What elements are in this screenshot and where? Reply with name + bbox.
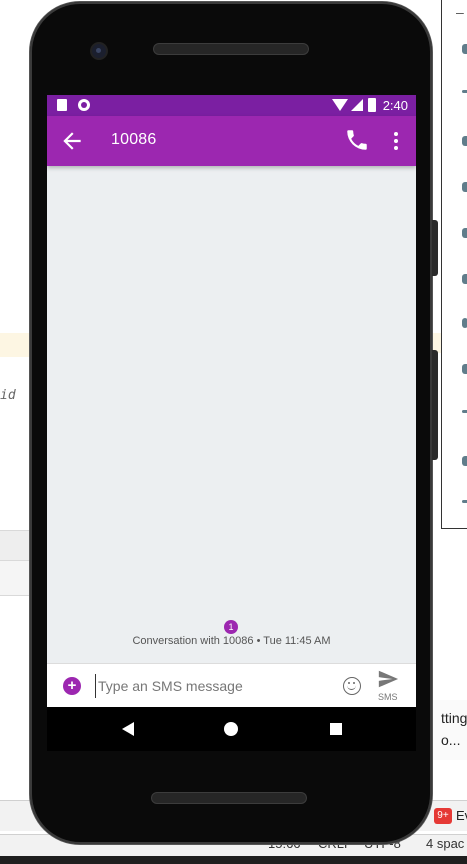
arrow-back-icon [63,132,81,150]
emoji-icon[interactable] [343,677,361,695]
sync-icon [78,99,90,111]
nav-recents-icon[interactable] [330,723,342,735]
unread-count-badge: 1 [224,620,238,634]
notification-line-2: o... [441,732,461,748]
sms-message-input[interactable] [95,674,328,698]
more-vert-icon [394,132,398,136]
tool-icon[interactable] [462,500,467,503]
tool-icon[interactable] [462,136,467,146]
editor-code-fragment: id [0,388,16,403]
tool-icon[interactable] [462,228,467,238]
tool-icon[interactable] [462,456,467,466]
tool-icon[interactable] [462,90,467,93]
notification-line-1: tting [441,710,467,726]
compose-bar: + SMS [47,663,416,707]
tool-icon[interactable] [462,182,467,192]
battery-icon [368,98,376,112]
panel-minimize-icon[interactable]: – [456,4,464,20]
os-taskbar [0,856,467,864]
sd-card-icon [57,99,67,111]
tool-icon[interactable] [462,410,467,413]
nav-home-icon[interactable] [224,722,238,736]
tool-icon[interactable] [462,364,467,374]
conversation-title: 10086 [111,131,157,148]
more-options-button[interactable] [386,128,406,154]
ide-tool-panel: – [441,0,467,529]
status-time: 2:40 [382,98,408,113]
nav-back-icon[interactable] [122,722,134,736]
phone-icon [347,130,367,150]
ide-balloon-notification[interactable]: tting o... [432,700,467,760]
app-toolbar: 10086 [47,116,416,166]
event-log-badge[interactable]: 9+ [434,808,452,824]
power-button[interactable] [432,350,438,460]
tool-icon[interactable] [462,44,467,54]
tool-icon[interactable] [462,274,467,284]
android-navigation-bar [47,707,416,751]
call-button[interactable] [344,127,370,153]
front-camera-icon [92,44,106,58]
add-attachment-button[interactable]: + [63,677,81,695]
phone-screen: 2:40 10086 1 Conversation with 10086 • T… [47,95,416,707]
conversation-info: Conversation with 10086 • Tue 11:45 AM [132,635,331,647]
status-indent[interactable]: 4 spac [426,836,464,851]
back-button[interactable] [59,128,85,154]
event-log-label[interactable]: Ev [456,808,467,823]
send-icon [378,670,399,688]
earpiece-speaker [154,44,308,54]
volume-button[interactable] [432,220,438,276]
cell-signal-icon [351,99,363,111]
send-mode-label: SMS [378,692,398,702]
bottom-speaker [152,793,306,803]
wifi-icon [332,99,348,111]
android-status-bar: 2:40 [47,95,416,116]
tool-icon[interactable] [462,318,467,328]
